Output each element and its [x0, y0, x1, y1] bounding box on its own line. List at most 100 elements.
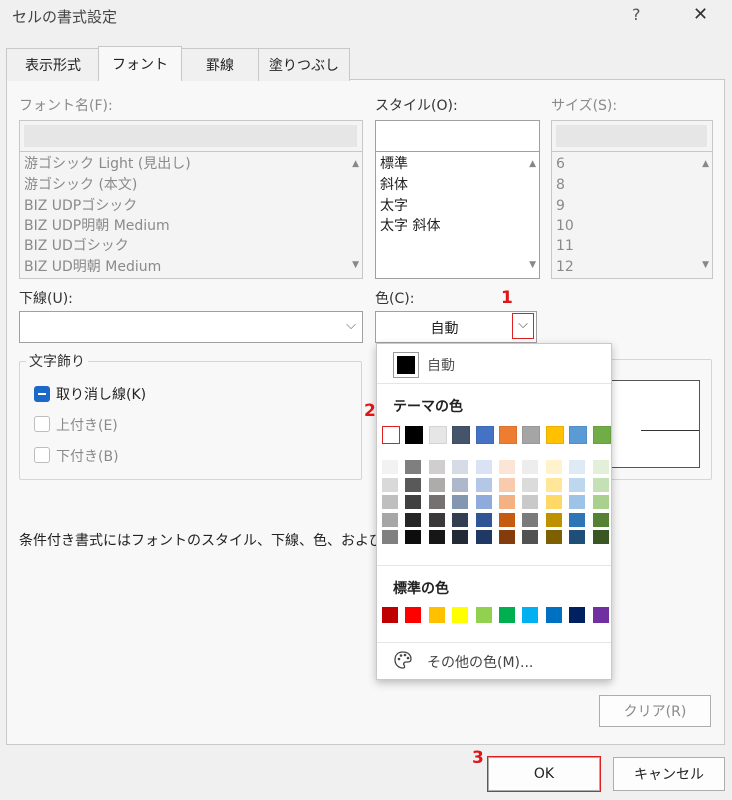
standard-color-swatch[interactable]	[428, 607, 445, 623]
cancel-button[interactable]: キャンセル	[613, 757, 725, 791]
theme-shade-swatch[interactable]	[382, 477, 398, 492]
theme-shade-swatch[interactable]	[428, 512, 445, 527]
theme-shade-swatch[interactable]	[522, 512, 539, 527]
theme-shade-swatch[interactable]	[405, 495, 422, 509]
theme-color-swatch[interactable]	[452, 426, 471, 444]
theme-shade-swatch[interactable]	[452, 512, 469, 527]
scroll-up-icon[interactable]: ▲	[529, 159, 536, 169]
standard-color-swatch[interactable]	[545, 607, 562, 623]
theme-shade-swatch[interactable]	[592, 530, 609, 544]
theme-color-swatch[interactable]	[545, 426, 564, 444]
theme-shade-swatch[interactable]	[592, 512, 609, 527]
list-item[interactable]: 太字 斜体	[380, 216, 440, 236]
theme-shade-swatch[interactable]	[475, 530, 492, 544]
theme-shade-swatch[interactable]	[428, 477, 445, 492]
tab-fill[interactable]: 塗りつぶし	[258, 48, 350, 81]
theme-color-swatch[interactable]	[382, 426, 400, 444]
strikethrough-label[interactable]: 取り消し線(K)	[56, 384, 146, 404]
standard-color-swatch[interactable]	[522, 607, 539, 623]
chevron-down-icon[interactable]: ⌵	[346, 318, 356, 333]
standard-color-swatch[interactable]	[405, 607, 422, 623]
tab-border[interactable]: 罫線	[180, 48, 260, 81]
style-list[interactable]: 標準 斜体 太字 太字 斜体 ▲ ▼	[375, 151, 540, 279]
theme-shade-swatch[interactable]	[428, 530, 445, 544]
tab-number-format[interactable]: 表示形式	[6, 48, 100, 81]
clear-button[interactable]: クリア(R)	[599, 695, 711, 727]
standard-color-swatch[interactable]	[382, 607, 398, 623]
theme-shade-swatch[interactable]	[382, 495, 398, 509]
theme-shade-swatch[interactable]	[545, 530, 562, 544]
auto-color-swatch[interactable]	[393, 352, 419, 378]
theme-shade-swatch[interactable]	[382, 530, 398, 544]
style-input[interactable]	[375, 120, 540, 152]
standard-color-swatch[interactable]	[475, 607, 492, 623]
theme-shade-swatch[interactable]	[499, 477, 515, 492]
theme-shade-swatch[interactable]	[382, 512, 398, 527]
theme-shade-swatch[interactable]	[405, 530, 422, 544]
subscript-label[interactable]: 下付き(B)	[56, 446, 119, 466]
theme-shade-swatch[interactable]	[569, 530, 586, 544]
theme-shade-swatch[interactable]	[545, 460, 562, 474]
standard-color-swatch[interactable]	[592, 607, 609, 623]
standard-color-swatch[interactable]	[452, 607, 469, 623]
theme-color-swatch[interactable]	[522, 426, 541, 444]
theme-shade-swatch[interactable]	[522, 477, 539, 492]
theme-shade-swatch[interactable]	[592, 495, 609, 509]
subscript-checkbox[interactable]	[34, 447, 50, 463]
superscript-checkbox[interactable]	[34, 416, 50, 432]
theme-color-swatch[interactable]	[405, 426, 424, 444]
theme-shade-swatch[interactable]	[522, 530, 539, 544]
theme-shade-swatch[interactable]	[475, 495, 492, 509]
tab-font[interactable]: フォント	[98, 46, 182, 81]
chevron-down-icon[interactable]: ⌵	[512, 313, 534, 339]
theme-shade-swatch[interactable]	[522, 495, 539, 509]
theme-color-swatch[interactable]	[592, 426, 611, 444]
auto-color-label[interactable]: 自動	[427, 355, 455, 375]
theme-shade-swatch[interactable]	[428, 460, 445, 474]
help-icon[interactable]: ?	[632, 5, 641, 24]
theme-shade-swatch[interactable]	[452, 477, 469, 492]
more-colors-link[interactable]: その他の色(M)...	[427, 652, 533, 672]
close-icon[interactable]: ✕	[693, 4, 708, 25]
theme-color-swatch[interactable]	[428, 426, 447, 444]
theme-color-swatch[interactable]	[475, 426, 494, 444]
theme-shade-swatch[interactable]	[569, 460, 586, 474]
theme-shade-swatch[interactable]	[499, 530, 515, 544]
strikethrough-checkbox[interactable]	[34, 386, 50, 402]
theme-shade-swatch[interactable]	[569, 495, 586, 509]
color-select[interactable]: 自動 ⌵	[375, 311, 537, 343]
list-item[interactable]: 標準	[380, 154, 408, 174]
theme-shade-swatch[interactable]	[475, 460, 492, 474]
theme-shade-swatch[interactable]	[499, 460, 515, 474]
theme-shade-swatch[interactable]	[452, 495, 469, 509]
theme-shade-swatch[interactable]	[499, 495, 515, 509]
theme-shade-swatch[interactable]	[428, 495, 445, 509]
theme-shade-swatch[interactable]	[405, 477, 422, 492]
theme-shade-swatch[interactable]	[545, 512, 562, 527]
theme-shade-swatch[interactable]	[569, 477, 586, 492]
standard-color-swatch[interactable]	[499, 607, 515, 623]
superscript-label[interactable]: 上付き(E)	[56, 415, 118, 435]
theme-shade-swatch[interactable]	[592, 477, 609, 492]
scroll-down-icon[interactable]: ▼	[529, 260, 536, 270]
theme-shade-swatch[interactable]	[522, 460, 539, 474]
underline-select[interactable]: ⌵	[19, 311, 363, 343]
list-item[interactable]: 太字	[380, 196, 408, 216]
theme-shade-swatch[interactable]	[405, 460, 422, 474]
theme-shade-swatch[interactable]	[452, 460, 469, 474]
theme-shade-swatch[interactable]	[545, 477, 562, 492]
theme-shade-swatch[interactable]	[545, 495, 562, 509]
standard-color-swatch[interactable]	[569, 607, 586, 623]
list-item[interactable]: 斜体	[380, 175, 408, 195]
theme-color-swatch[interactable]	[499, 426, 517, 444]
theme-shade-swatch[interactable]	[382, 460, 398, 474]
theme-shade-swatch[interactable]	[499, 512, 515, 527]
theme-shade-swatch[interactable]	[405, 512, 422, 527]
theme-shade-swatch[interactable]	[592, 460, 609, 474]
theme-shade-swatch[interactable]	[475, 512, 492, 527]
ok-button[interactable]: OK	[487, 756, 601, 792]
theme-color-swatch[interactable]	[569, 426, 588, 444]
theme-shade-swatch[interactable]	[475, 477, 492, 492]
theme-shade-swatch[interactable]	[569, 512, 586, 527]
theme-shade-swatch[interactable]	[452, 530, 469, 544]
